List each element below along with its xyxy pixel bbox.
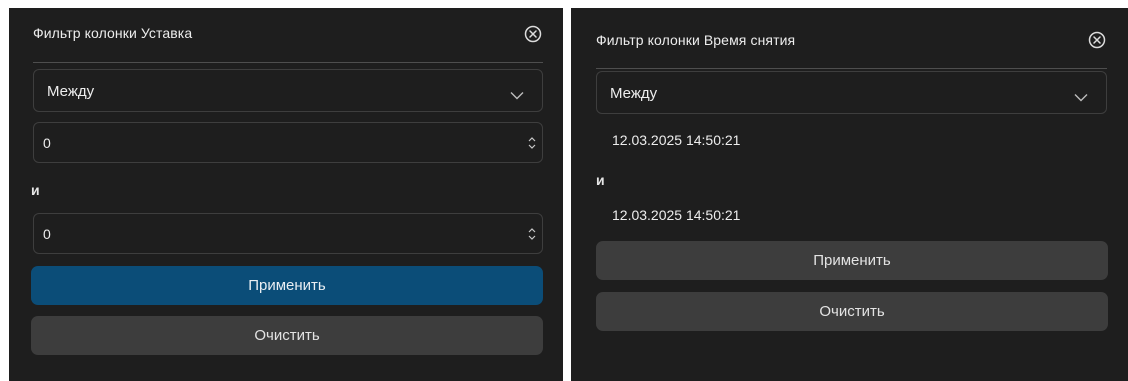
apply-button[interactable]: Применить xyxy=(31,266,543,305)
from-value-text: 0 xyxy=(43,135,51,151)
chevron-down-icon xyxy=(510,87,524,105)
to-value-input[interactable]: 0 xyxy=(33,213,543,254)
filter-panel-removal-time: Фильтр колонки Время снятия Между 12.03.… xyxy=(571,8,1128,381)
operator-select[interactable]: Между xyxy=(33,69,543,112)
and-label: и xyxy=(31,182,40,198)
to-date-value[interactable]: 12.03.2025 14:50:21 xyxy=(612,207,740,223)
title-divider xyxy=(596,68,1107,69)
operator-select-value: Между xyxy=(47,83,95,100)
operator-select[interactable]: Между xyxy=(596,71,1107,114)
filter-panel-setpoint: Фильтр колонки Уставка Между 0 и 0 Приме… xyxy=(9,8,563,381)
spinner-icon[interactable] xyxy=(526,225,538,248)
close-icon[interactable] xyxy=(1087,30,1107,50)
operator-select-value: Между xyxy=(610,85,658,102)
close-icon[interactable] xyxy=(523,24,543,44)
to-value-text: 0 xyxy=(43,226,51,242)
and-label: и xyxy=(596,172,605,188)
from-date-value[interactable]: 12.03.2025 14:50:21 xyxy=(612,132,740,148)
panel-title: Фильтр колонки Время снятия xyxy=(596,32,796,48)
spinner-icon[interactable] xyxy=(526,134,538,157)
chevron-down-icon xyxy=(1074,89,1088,107)
title-divider xyxy=(33,62,543,63)
apply-button[interactable]: Применить xyxy=(596,241,1108,280)
clear-button[interactable]: Очистить xyxy=(31,316,543,355)
panel-title: Фильтр колонки Уставка xyxy=(33,25,193,41)
from-value-input[interactable]: 0 xyxy=(33,122,543,163)
clear-button[interactable]: Очистить xyxy=(596,292,1108,331)
